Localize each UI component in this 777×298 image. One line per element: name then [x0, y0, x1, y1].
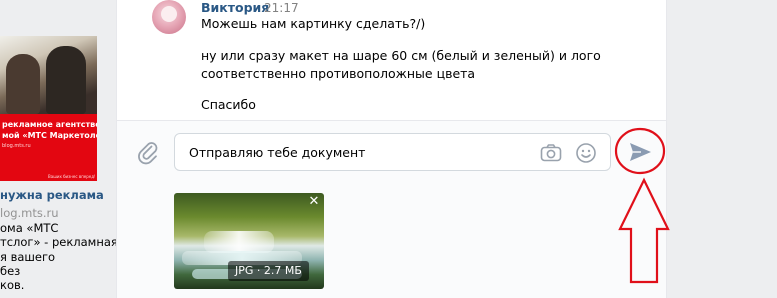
send-icon[interactable] — [627, 139, 653, 165]
remove-attachment-icon[interactable]: ✕ — [307, 195, 321, 209]
ad-desc-line: тслог» - рекламная — [0, 235, 118, 250]
message-line: Можешь нам картинку сделать?/) — [201, 16, 426, 31]
message-line: Спасибо — [201, 97, 256, 112]
ad-banner-line1: рекламное агентство — [2, 120, 97, 129]
message-composer: Отправляю тебе документ ✕ JPG · 2.7 МБ — [117, 120, 666, 298]
message-input[interactable]: Отправляю тебе документ — [174, 133, 611, 171]
page: рекламное агентство мой «МТС Маркетолог»… — [0, 0, 777, 298]
ad-banner-line3: blog.mts.ru — [2, 143, 31, 149]
ad-desc-line: ома «МТС — [0, 221, 59, 235]
ad-photo — [0, 36, 97, 114]
avatar[interactable] — [152, 0, 186, 34]
smile-icon[interactable] — [575, 142, 597, 164]
message-line: соответственно противоположные цвета — [201, 66, 476, 81]
message-time[interactable]: 21:17 — [264, 1, 299, 15]
ad-description: ома «МТС тслог» - рекламная я вашего без… — [0, 221, 118, 293]
ad-column: рекламное агентство мой «МТС Маркетолог»… — [0, 0, 118, 298]
ad-desc-line: без — [0, 263, 21, 278]
message-line: ну или сразу макет на шаре 60 см (белый … — [201, 48, 601, 63]
ad-domain: log.mts.ru — [0, 206, 59, 220]
attachment-thumbnail[interactable]: ✕ JPG · 2.7 МБ — [174, 193, 324, 289]
message-input-text[interactable]: Отправляю тебе документ — [189, 145, 365, 160]
ad-person — [46, 46, 86, 114]
camera-icon[interactable] — [540, 143, 562, 163]
ad-person — [6, 54, 40, 114]
chat-panel: Виктория 21:17 Можешь нам картинку сдела… — [116, 0, 667, 298]
ad-title-link[interactable]: нужна реклама — [0, 188, 104, 202]
ad-banner-image[interactable]: рекламное агентство мой «МТС Маркетолог»… — [0, 36, 97, 181]
message-author[interactable]: Виктория — [201, 0, 269, 15]
waterfall-decor — [204, 231, 274, 253]
attachment-size-badge: JPG · 2.7 МБ — [228, 261, 309, 281]
ad-desc-line: я вашего — [0, 249, 56, 264]
ad-desc-line: ков. — [0, 278, 25, 293]
ad-banner-line4: Ваших бизнес вперед! — [48, 174, 96, 179]
ad-banner-line2: мой «МТС Маркетолог» — [2, 131, 97, 140]
paperclip-icon[interactable] — [135, 139, 161, 165]
